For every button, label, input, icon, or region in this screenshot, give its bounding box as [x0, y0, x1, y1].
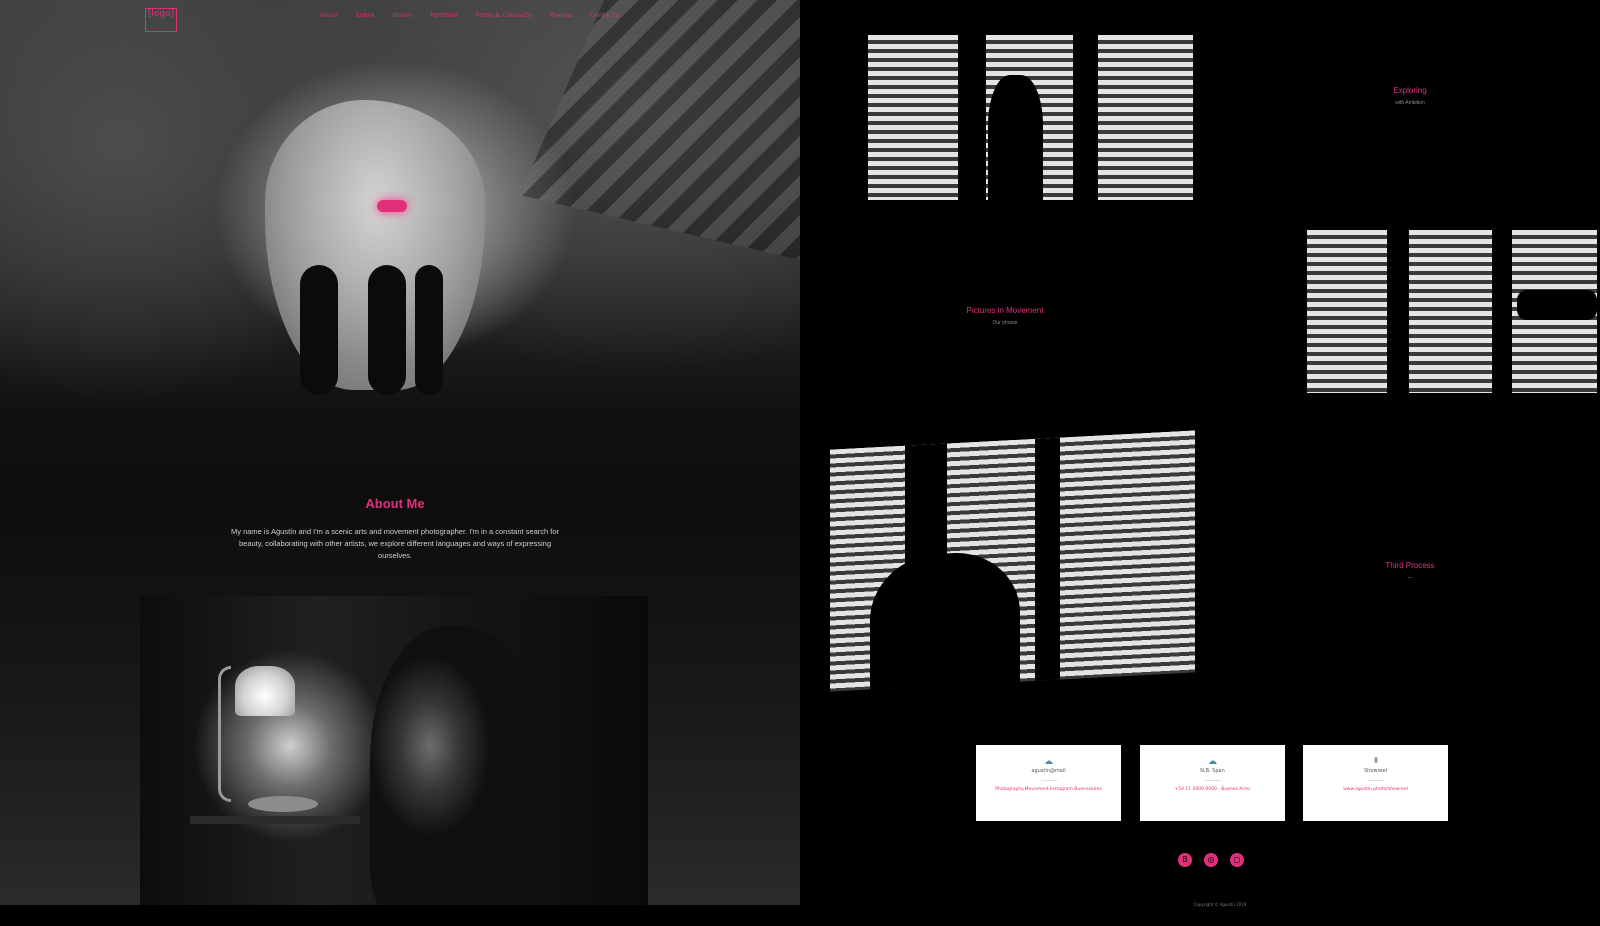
contact-card-text: Photography.Movement.Instagram.Buenosair…: [995, 787, 1102, 792]
nav-item-vision[interactable]: Visión: [393, 12, 413, 19]
window-frame: [1492, 230, 1512, 393]
nav-item-inicio[interactable]: Inicio: [320, 12, 338, 19]
project-image-window-3[interactable]: [830, 430, 1195, 692]
project-image-window-1[interactable]: [868, 35, 1193, 200]
contact-card-title: agustin@mail: [1031, 768, 1066, 774]
page: [logo] Inicio Sobre Visión Portfolio Fot…: [0, 0, 1600, 926]
nav-item-contacto[interactable]: Contacto: [590, 12, 619, 19]
behance-icon[interactable]: B: [1178, 853, 1192, 867]
silhouette: [870, 549, 1020, 692]
project-subtitle-2: Our phrase: [992, 320, 1018, 326]
window-frame: [1035, 437, 1060, 681]
project-subtitle-1: with Ambition: [1395, 100, 1425, 106]
side-table: [190, 816, 360, 824]
pointing-hand: [1517, 290, 1597, 320]
mic-icon: [1374, 757, 1377, 763]
contact-card-2[interactable]: N.B. Span +54 11 0000 0000 · Buenos Aire…: [1140, 745, 1285, 821]
window-frame: [1073, 35, 1098, 200]
lamp-portrait-image: [140, 596, 648, 905]
lamp-arm: [218, 666, 231, 802]
dribbble-icon[interactable]: ◎: [1204, 853, 1218, 867]
contact-card-title: N.B. Span: [1200, 768, 1225, 774]
window-frame: [1387, 230, 1409, 393]
main-nav: Inicio Sobre Visión Portfolio Fotos & Co…: [320, 12, 619, 19]
project-title-2[interactable]: Pictures in Movement: [930, 306, 1080, 315]
divider: [1040, 780, 1057, 781]
about-title: About Me: [365, 496, 425, 511]
contact-card-1[interactable]: agustin@mail Photography.Movement.Instag…: [976, 745, 1121, 821]
contact-card-3[interactable]: Showreel www.agustin.photo/showreel: [1303, 745, 1448, 821]
right-panel: Exploring with Ambition Pictures in Move…: [800, 0, 1600, 926]
finger-shadow: [300, 265, 338, 395]
lamp-shade: [235, 666, 295, 716]
logo-text: [logo]: [147, 9, 175, 19]
contact-card-text: +54 11 0000 0000 · Buenos Aires: [1174, 787, 1251, 792]
pink-pill: [377, 200, 407, 212]
footer-copyright: Copyright © Agustín 2019: [1193, 902, 1247, 907]
project-subtitle-3: —: [1407, 575, 1413, 581]
nav-item-sobre[interactable]: Sobre: [356, 12, 375, 19]
window-frame: [958, 35, 986, 200]
silhouette: [988, 75, 1043, 200]
divider: [1204, 780, 1221, 781]
finger-shadow: [368, 265, 406, 395]
blanket-pattern: [520, 0, 800, 260]
about-text: My name is Agustín and I'm a scenic arts…: [230, 527, 560, 560]
lamp-base: [248, 796, 318, 812]
divider: [1367, 780, 1384, 781]
contact-card-title: Showreel: [1364, 768, 1387, 774]
hero-image: [0, 0, 800, 425]
project-image-window-2[interactable]: [1307, 230, 1597, 393]
location-icon: [1044, 760, 1053, 764]
left-panel: [logo] Inicio Sobre Visión Portfolio Fot…: [0, 0, 800, 905]
finger-shadow: [415, 265, 443, 395]
phone-icon: [1208, 760, 1217, 764]
person-silhouette: [370, 626, 540, 905]
contact-card-text: www.agustin.photo/showreel: [1343, 787, 1408, 792]
nav-item-prensa[interactable]: Prensa: [550, 12, 572, 19]
nav-item-portfolio[interactable]: Portfolio: [430, 12, 457, 19]
project-title-1[interactable]: Exploring: [1360, 86, 1460, 95]
site-logo[interactable]: [logo]: [145, 8, 177, 32]
instagram-icon[interactable]: ◻: [1230, 853, 1244, 867]
nav-item-fotos[interactable]: Fotos & Contacto: [476, 12, 532, 19]
project-title-3[interactable]: Third Process: [1360, 561, 1460, 570]
